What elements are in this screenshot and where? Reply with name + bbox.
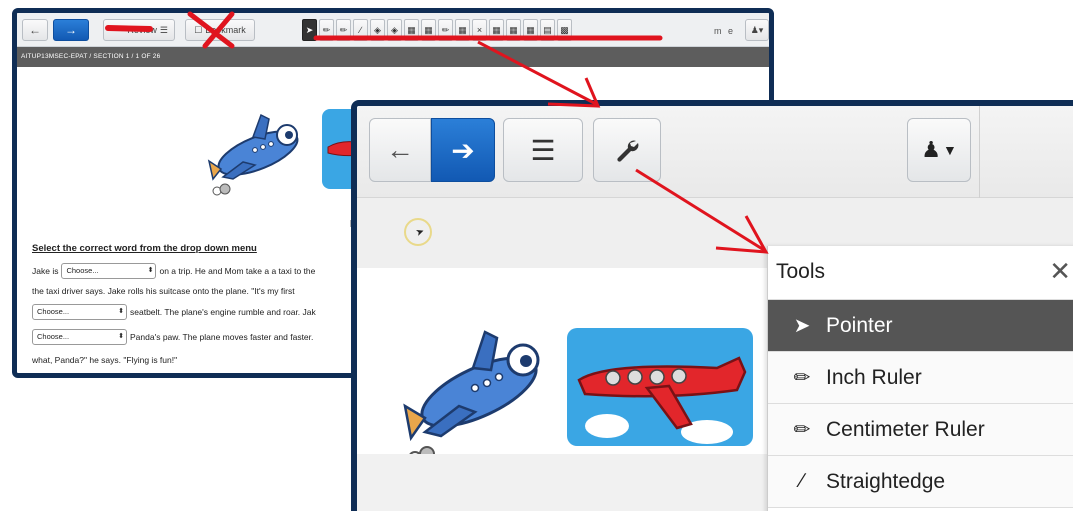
straightedge-icon: ∕: [800, 470, 804, 492]
blue-plane-image: [403, 330, 540, 465]
tools-panel-title: Tools: [776, 260, 826, 283]
chevron-down-icon: ▼: [942, 142, 957, 158]
protractor-icon: ◈: [391, 24, 398, 35]
passage-line: Jake is Choose... on a trip. He and Mom …: [32, 263, 315, 279]
calculator-tool-button[interactable]: ▦: [404, 19, 419, 41]
ruler-icon: ✏: [322, 24, 331, 35]
masking-icon: ▩: [560, 24, 569, 35]
ruler-tool-button[interactable]: ✏: [319, 19, 334, 41]
back-window-toolbar: ← → Review ☰ ☐ Bookmark ➤ ✏ ✏ ∕ ◈ ◈ ▦ ▦ ✏ …: [17, 13, 769, 47]
list-icon: ☰: [159, 24, 168, 35]
front-window-toolbar: ← ➔ ☰ ♟ ▼: [357, 106, 1073, 198]
calculator-tool-button[interactable]: ▦: [455, 19, 470, 41]
word-dropdown[interactable]: Choose...: [32, 329, 127, 345]
user-menu-button[interactable]: ♟▾: [745, 19, 769, 41]
question-instruction: Select the correct word from the drop do…: [32, 243, 257, 254]
tools-panel: Tools ✕ ➤ Pointer ✏ Inch Ruler ✏ Centime…: [767, 246, 1073, 511]
bookmark-button[interactable]: ☐ Bookmark: [185, 19, 255, 41]
toolbar-divider: [979, 106, 980, 198]
calculator-tool-button[interactable]: ▦: [489, 19, 504, 41]
arrow-left-icon: ←: [29, 23, 41, 37]
close-icon[interactable]: ✕: [1049, 256, 1071, 287]
calculator-icon: ▦: [458, 24, 467, 35]
breadcrumb: AITUP13MSEC-EPAT / SECTION 1 / 1 OF 26: [17, 47, 769, 67]
tools-button[interactable]: [593, 118, 661, 182]
back-button[interactable]: ←: [369, 118, 431, 182]
forward-button[interactable]: →: [53, 19, 89, 41]
passage-text: on a trip. He and Mom take a a taxi to t…: [159, 266, 316, 276]
passage-strip: [357, 454, 767, 511]
tool-strip: ➤ ✏ ✏ ∕ ◈ ◈ ▦ ▦ ✏ ▦ × ▦ ▦ ▦ ▤ ▩: [302, 19, 572, 41]
straightedge-tool-button[interactable]: ∕: [353, 19, 368, 41]
ruler-icon: ✏: [793, 367, 811, 389]
user-menu-button[interactable]: ♟ ▼: [907, 118, 971, 182]
forward-button[interactable]: ➔: [431, 118, 495, 182]
calculator-icon: ▦: [526, 24, 535, 35]
protractor-tool-button[interactable]: ◈: [370, 19, 385, 41]
tool-item-straightedge[interactable]: ∕ Straightedge: [768, 456, 1073, 508]
line-reader-tool-button[interactable]: ×: [472, 19, 487, 41]
user-name-label: m e: [714, 26, 736, 36]
passage-line: Choose... Panda's paw. The plane moves f…: [32, 329, 313, 345]
highlighter-tool-button[interactable]: ✏: [438, 19, 453, 41]
wrench-icon: [617, 140, 639, 162]
review-label: Review: [127, 25, 157, 35]
tool-item-pointer[interactable]: ➤ Pointer: [768, 300, 1073, 352]
list-icon: ☰: [530, 134, 556, 166]
user-icon: ♟▾: [750, 24, 764, 35]
ruler-tool-button[interactable]: ✏: [336, 19, 351, 41]
calculator-tool-button[interactable]: ▦: [421, 19, 436, 41]
passage-text: what, Panda?" he says. "Flying is fun!": [32, 355, 178, 365]
passage-text: Panda's paw. The plane moves faster and …: [130, 332, 314, 342]
passage-text: seatbelt. The plane's engine rumble and …: [130, 307, 316, 317]
calculator-icon: ▦: [424, 24, 433, 35]
tools-panel-header: Tools ✕: [768, 246, 1073, 300]
review-list-button[interactable]: ☰: [503, 118, 583, 182]
calculator-icon: ▦: [509, 24, 518, 35]
red-plane-image: [567, 328, 753, 446]
pointer-icon: ➤: [793, 315, 811, 337]
blue-plane-image: [207, 113, 299, 196]
tool-item-label: Centimeter Ruler: [826, 417, 985, 441]
protractor-icon: ◈: [374, 24, 381, 35]
passage-line: the taxi driver says. Jake rolls his sui…: [32, 286, 295, 296]
user-icon: ♟: [921, 137, 941, 162]
screenshot-stage: ← → Review ☰ ☐ Bookmark ➤ ✏ ✏ ∕ ◈ ◈ ▦ ▦ ✏ …: [0, 0, 1073, 511]
pointer-tool-button[interactable]: ➤: [302, 19, 317, 41]
pointer-icon: ➤: [305, 24, 314, 35]
ruler-icon: ✏: [793, 419, 811, 441]
review-button[interactable]: Review ☰: [103, 19, 175, 41]
tool-item-label: Straightedge: [826, 469, 946, 493]
arrow-left-icon: ←: [386, 134, 414, 165]
passage-text: the taxi driver says. Jake rolls his sui…: [32, 286, 295, 296]
ruler-icon: ✏: [339, 24, 348, 35]
tool-item-centimeter-ruler[interactable]: ✏ Centimeter Ruler: [768, 404, 1073, 456]
notepad-icon: ▤: [543, 24, 552, 35]
close-icon: ×: [476, 25, 483, 35]
passage-line: what, Panda?" he says. "Flying is fun!": [32, 355, 177, 365]
tool-item-inch-ruler[interactable]: ✏ Inch Ruler: [768, 352, 1073, 404]
back-button[interactable]: ←: [22, 19, 48, 41]
calculator-tool-button[interactable]: ▦: [506, 19, 521, 41]
tool-item-label: Inch Ruler: [826, 365, 922, 389]
highlighter-icon: ✏: [441, 24, 450, 35]
bookmark-icon: ☐: [194, 24, 203, 35]
calculator-tool-button[interactable]: ▦: [523, 19, 538, 41]
protractor-tool-button[interactable]: ◈: [387, 19, 402, 41]
word-dropdown[interactable]: Choose...: [32, 304, 127, 320]
straightedge-icon: ∕: [359, 25, 362, 35]
passage-line: Choose... seatbelt. The plane's engine r…: [32, 304, 316, 320]
calculator-icon: ▦: [492, 24, 501, 35]
passage-text: Jake is: [32, 266, 59, 276]
zoomed-test-window: ← ➔ ☰ ♟ ▼ ➤ Tools ✕ ➤ Pointer ✏ Inch Rul…: [351, 100, 1073, 511]
notepad-tool-button[interactable]: ▤: [540, 19, 555, 41]
arrow-right-icon: →: [65, 23, 77, 37]
arrow-right-icon: ➔: [451, 134, 475, 166]
bookmark-label: Bookmark: [205, 25, 246, 35]
word-dropdown[interactable]: Choose...: [61, 263, 157, 279]
masking-tool-button[interactable]: ▩: [557, 19, 572, 41]
tool-item-label: Pointer: [826, 313, 893, 337]
calculator-icon: ▦: [407, 24, 416, 35]
